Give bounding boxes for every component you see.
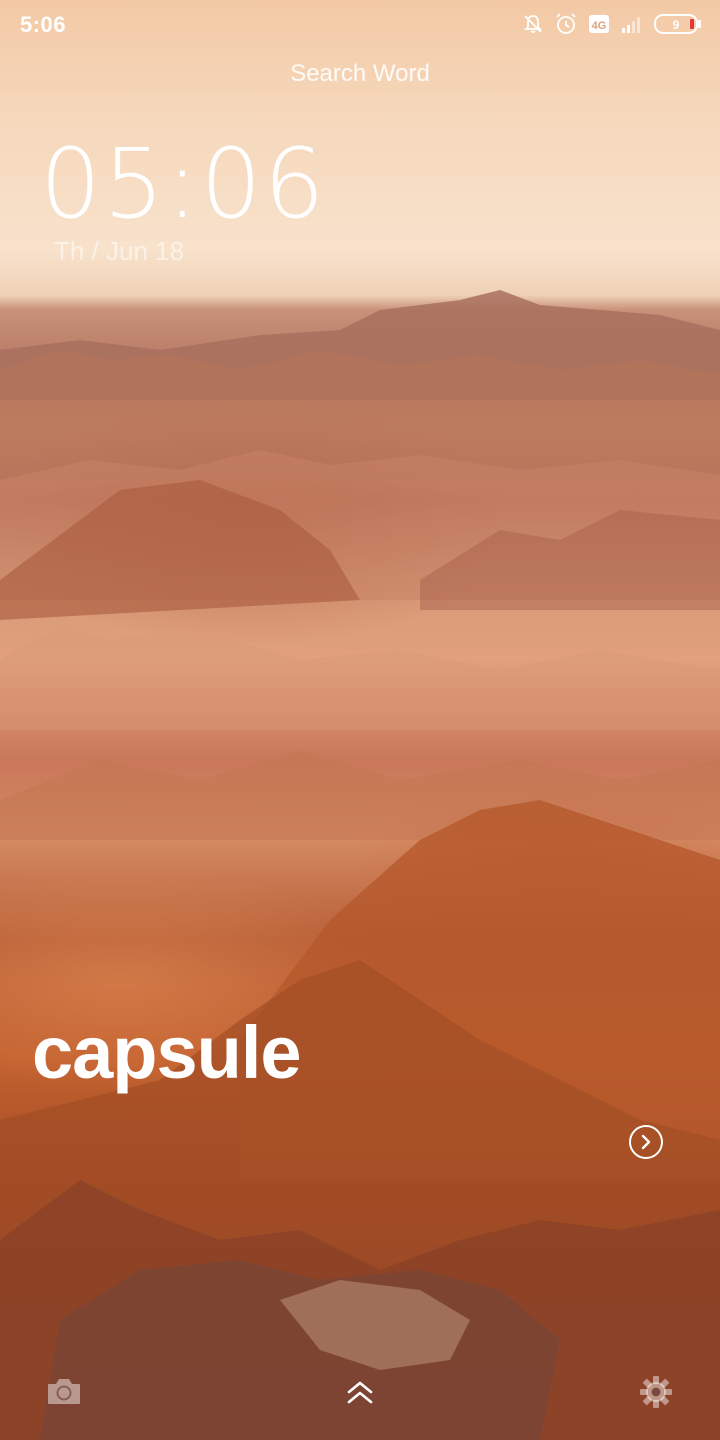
next-wallpaper-button[interactable] [629, 1125, 663, 1159]
camera-icon [48, 1379, 80, 1404]
camera-button[interactable] [46, 1376, 82, 1406]
battery-level: 9 [673, 18, 680, 32]
battery-icon: 9 [654, 14, 701, 34]
settings-button[interactable] [638, 1374, 674, 1410]
data-badge-icon: 4G [589, 15, 609, 33]
status-time: 5:06 [20, 12, 67, 37]
chevron-right-icon [641, 1134, 651, 1150]
swipe-up-unlock[interactable] [344, 1380, 376, 1406]
lock-date: Th / Jun 18 [54, 236, 185, 266]
lock-clock: 05:06 [40, 128, 327, 240]
lock-screen: 5:06 4G 9 Search Word 05:06 Th / Jun 18 … [0, 0, 720, 1440]
status-bar: 5:06 4G 9 [0, 0, 720, 50]
status-icons: 4G 9 [522, 10, 702, 38]
signal-icon [622, 17, 640, 33]
wallpaper-caption[interactable]: capsule [32, 1010, 302, 1095]
settings-icon [640, 1376, 672, 1408]
muted-bell-icon [523, 15, 543, 33]
swipe-up-icon [347, 1381, 373, 1404]
terrain-illustration [0, 290, 720, 1440]
search-word-button[interactable]: Search Word [0, 60, 720, 88]
svg-text:4G: 4G [592, 20, 607, 32]
alarm-icon [556, 13, 576, 34]
